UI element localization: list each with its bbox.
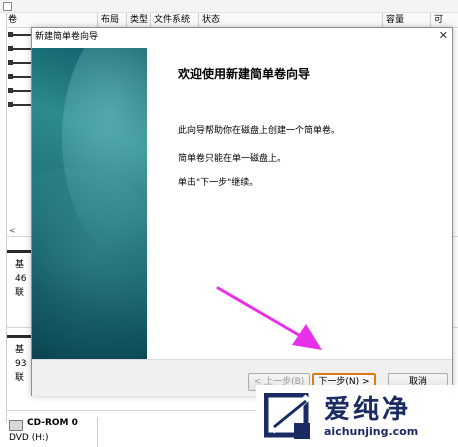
- volume-row[interactable]: [8, 102, 32, 107]
- column-header-type[interactable]: 类型: [126, 13, 150, 27]
- volume-row[interactable]: [8, 32, 32, 37]
- watermark-title: 爱纯净: [324, 395, 412, 425]
- wizard-banner-image: [32, 48, 147, 359]
- column-header-filesystem[interactable]: 文件系统: [150, 13, 198, 27]
- banner-swirl: [32, 168, 147, 359]
- column-header-free[interactable]: 可: [430, 13, 458, 27]
- cdrom-name: CD-ROM 0: [27, 418, 78, 428]
- wizard-heading: 欢迎使用新建简单卷向导: [178, 67, 311, 81]
- column-header-layout[interactable]: 布局: [97, 13, 126, 27]
- column-header-status[interactable]: 状态: [198, 13, 382, 27]
- wizard-title-bar: 新建简单卷向导: [32, 28, 452, 46]
- watermark-url: aichunjing.com: [324, 425, 419, 438]
- wizard-title: 新建简单卷向导: [35, 32, 99, 42]
- logo-icon: [264, 393, 311, 439]
- volume-row[interactable]: [8, 46, 32, 51]
- wizard-text-single-disk: 简单卷只能在单一磁盘上。: [178, 154, 287, 164]
- wizard-text-continue: 单击"下一步"继续。: [178, 178, 259, 188]
- volume-row[interactable]: [8, 60, 32, 65]
- close-icon[interactable]: ✕: [439, 29, 448, 43]
- new-simple-volume-wizard: 新建简单卷向导 ✕ 欢迎使用新建简单卷向导 此向导帮助你在磁盘上创建一个简单卷。…: [31, 27, 453, 396]
- volume-list-header: 卷 布局 类型 文件系统 状态 容量 可: [6, 13, 458, 28]
- column-header-capacity[interactable]: 容量: [382, 13, 430, 27]
- toolbar-icon[interactable]: [3, 2, 12, 11]
- column-header-volume[interactable]: 卷: [5, 13, 96, 27]
- watermark-logo: 爱纯净 aichunjing.com: [256, 385, 458, 447]
- cdrom-drive: DVD (H:): [9, 433, 49, 443]
- cdrom-icon: [9, 420, 23, 431]
- volume-row[interactable]: [8, 74, 32, 79]
- window-toolbar: [0, 0, 458, 13]
- scroll-left-arrow-icon[interactable]: <: [9, 226, 16, 235]
- volume-row[interactable]: [8, 88, 32, 93]
- wizard-text-intro: 此向导帮助你在磁盘上创建一个简单卷。: [178, 126, 341, 136]
